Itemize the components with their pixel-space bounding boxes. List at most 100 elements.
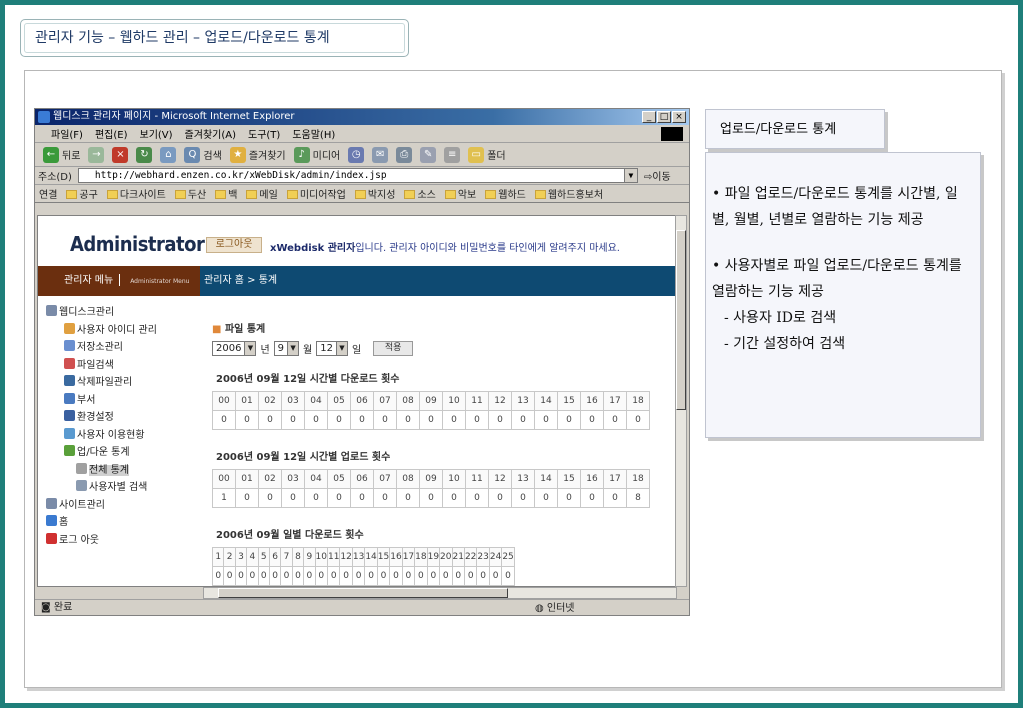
menu-tools[interactable]: 도구(T) <box>248 126 280 141</box>
table-row: 1000000000000000008 <box>212 488 650 508</box>
menu-file[interactable]: 파일(F) <box>51 126 83 141</box>
table-header-cell: 1 <box>211 547 225 567</box>
table-header-cell: 17 <box>401 547 416 567</box>
table-header-cell: 11 <box>465 469 489 489</box>
scroll-thumb[interactable] <box>676 230 686 410</box>
media-button[interactable]: ♪ 미디어 <box>293 146 340 163</box>
discuss-icon[interactable]: ≡ <box>444 146 461 163</box>
table-cell: 0 <box>304 488 328 508</box>
table-header-cell: 16 <box>389 547 403 567</box>
stats-table: 00 01 02 03 04 05 06 07 08 09 10 11 12 13 14 15 16 17 18 1 0… <box>212 469 650 508</box>
status-bar: ◙ 완료 ◍ 인터넷 <box>35 599 689 615</box>
table-cell: 0 <box>534 410 558 430</box>
day-select[interactable]: 12 ▼ <box>316 341 348 356</box>
tree-item[interactable]: 전체 통계 <box>46 462 157 480</box>
menu-favorites[interactable]: 즐겨찾기(A) <box>185 126 236 141</box>
table-cell: 0 <box>419 488 443 508</box>
tree-item[interactable]: 사용자 아이디 관리 <box>46 322 157 340</box>
edit-icon[interactable]: ✎ <box>420 146 437 163</box>
link-item[interactable]: 공구 <box>66 186 98 201</box>
tree-item[interactable]: 사용자 이용현황 <box>46 427 157 445</box>
history-icon[interactable]: ◷ <box>348 146 365 163</box>
favorites-button[interactable]: ★ 즐겨찾기 <box>229 146 286 163</box>
vertical-scrollbar[interactable] <box>675 215 687 587</box>
stats-table: 1 2 3 4 5 6 7 8 9 10 11 12 13 14 15 16 17 18 19 20 21 22 23 24 2… <box>211 547 515 586</box>
tree-item[interactable]: 사용자별 검색 <box>46 479 157 497</box>
link-item[interactable]: 웹하드 <box>485 186 526 201</box>
table-header-cell: 13 <box>511 469 535 489</box>
folder-icon <box>174 190 186 199</box>
tree-item[interactable]: 홈 <box>46 514 157 532</box>
tree-item[interactable]: 파일검색 <box>46 357 157 375</box>
link-item[interactable]: 웹하드홍보처 <box>534 186 603 201</box>
link-item[interactable]: 메일 <box>246 186 278 201</box>
stop-icon[interactable]: × <box>112 146 129 163</box>
page-icon: ◙ <box>41 602 54 613</box>
tree-item-label: 전체 통계 <box>89 464 129 476</box>
link-item[interactable]: 백 <box>215 186 237 201</box>
year-select[interactable]: 2006 ▼ <box>212 341 257 356</box>
address-input[interactable]: http://webhard.enzen.co.kr/xWebDisk/admi… <box>77 168 638 183</box>
table-cell: 0 <box>327 410 351 430</box>
back-button[interactable]: ← 뒤로 <box>43 146 80 163</box>
menu-view[interactable]: 보기(V) <box>140 126 173 141</box>
go-button[interactable]: ⇨이동 <box>644 168 671 183</box>
menu-help[interactable]: 도움말(H) <box>292 126 335 141</box>
tree-item[interactable]: 저장소관리 <box>46 339 157 357</box>
link-item[interactable]: 악보 <box>444 186 476 201</box>
link-item[interactable]: 미디어작업 <box>286 186 346 201</box>
table-header-cell: 05 <box>327 391 351 411</box>
forward-arrow-icon[interactable]: → <box>88 146 105 163</box>
link-label: 박지성 <box>367 190 396 201</box>
tree-item-label: 사용자 아이디 관리 <box>77 324 157 336</box>
table-cell: 0 <box>511 410 535 430</box>
links-label: 연결 <box>39 190 58 201</box>
table-cell: 8 <box>626 488 650 508</box>
table-header-cell: 02 <box>258 469 282 489</box>
link-item[interactable]: 박지성 <box>354 186 396 201</box>
tree-item-label: 파일검색 <box>77 359 114 371</box>
mail-icon[interactable]: ✉ <box>372 146 389 163</box>
table-header-cell: 23 <box>476 547 490 567</box>
status-text: 완료 <box>53 602 73 613</box>
chevron-down-icon: ▼ <box>244 342 256 355</box>
folder-icon <box>485 190 497 199</box>
close-button[interactable]: × <box>672 111 686 123</box>
tree-item[interactable]: 사이트관리 <box>46 497 157 515</box>
link-item[interactable]: 다크사이트 <box>106 186 166 201</box>
apply-button[interactable]: 적용 <box>373 341 414 356</box>
table-cell: 0 <box>451 566 465 586</box>
tree-item[interactable]: 삭제파일관리 <box>46 374 157 392</box>
table-cell: 0 <box>212 410 236 430</box>
month-select[interactable]: 9 ▼ <box>273 341 300 356</box>
table-cell: 0 <box>350 488 374 508</box>
tree-item[interactable]: 환경설정 <box>46 409 157 427</box>
maximize-button[interactable]: □ <box>657 111 671 123</box>
home-icon[interactable]: ⌂ <box>160 146 177 163</box>
table-header-cell: 05 <box>327 469 351 489</box>
minimize-button[interactable]: _ <box>642 111 656 123</box>
address-dropdown-icon[interactable]: ▼ <box>623 169 637 182</box>
table-header-cell: 01 <box>235 469 259 489</box>
menu-edit[interactable]: 편집(E) <box>95 126 128 141</box>
tree-item[interactable]: 로그 아웃 <box>46 532 157 550</box>
tree-item[interactable]: 웹디스크관리 <box>46 304 157 322</box>
table-header-cell: 00 <box>212 391 236 411</box>
tree-node-icon <box>64 357 75 369</box>
browser-viewport: Administrator 관리자 메뉴 Administrator Menu 웹… <box>37 215 677 587</box>
table-cell: 0 <box>303 566 316 586</box>
logout-button[interactable]: 로그아웃 <box>206 237 262 253</box>
horizontal-scrollbar[interactable] <box>203 587 677 599</box>
link-item[interactable]: 두산 <box>174 186 206 201</box>
link-item[interactable]: 소스 <box>404 186 436 201</box>
tree-item[interactable]: 업/다운 통계 <box>46 444 157 462</box>
print-icon[interactable]: ⎙ <box>396 146 413 163</box>
address-label: 주소(D) <box>38 172 72 183</box>
refresh-icon[interactable]: ↻ <box>136 146 153 163</box>
tree-item-label: 부서 <box>77 394 96 406</box>
tree-item[interactable]: 부서 <box>46 392 157 410</box>
scroll-thumb[interactable] <box>218 588 508 598</box>
table-header-cell: 12 <box>488 391 512 411</box>
search-button[interactable]: Q 검색 <box>184 146 222 163</box>
folders-button[interactable]: ▭ 폴더 <box>468 146 506 163</box>
